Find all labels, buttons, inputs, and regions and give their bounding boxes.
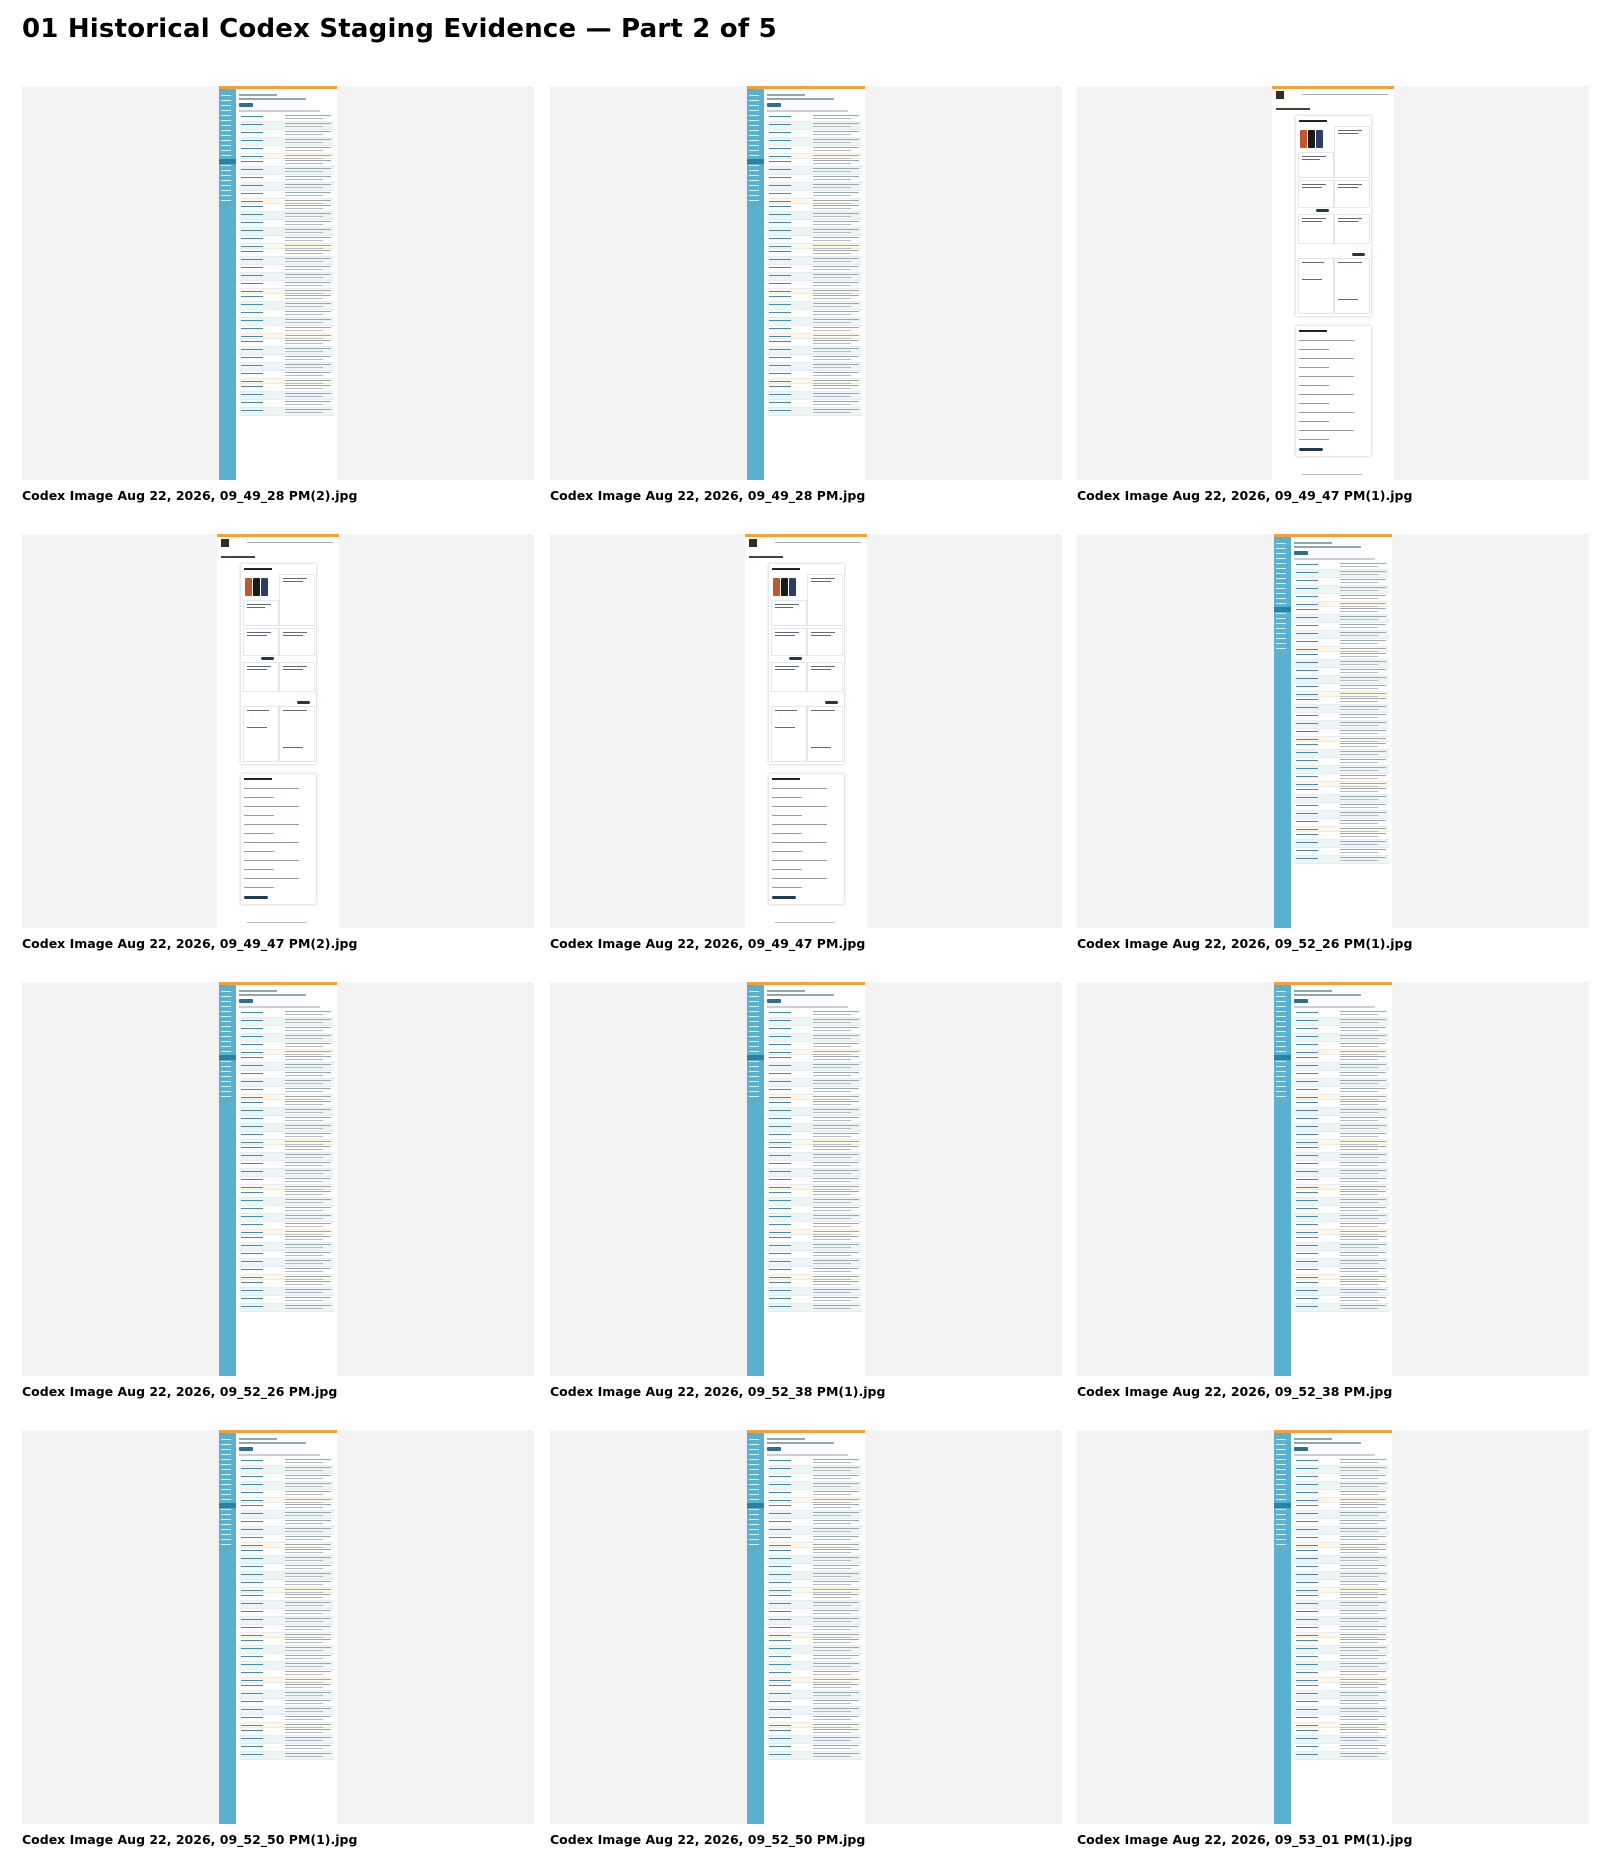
customer-stories-screenshot <box>1272 86 1394 480</box>
admin-list-screenshot <box>747 86 865 480</box>
thumbnail-caption: Codex Image Aug 22, 2026, 09_49_47 PM(1)… <box>1077 488 1413 503</box>
admin-list-screenshot <box>1274 1430 1392 1824</box>
admin-list-screenshot <box>747 1430 865 1824</box>
thumbnail-caption: Codex Image Aug 22, 2026, 09_49_47 PM.jp… <box>550 936 866 951</box>
thumbnail-caption: Codex Image Aug 22, 2026, 09_53_01 PM(1)… <box>1077 1832 1413 1847</box>
customer-stories-screenshot <box>745 534 867 928</box>
thumbnail-caption: Codex Image Aug 22, 2026, 09_49_28 PM(2)… <box>22 488 358 503</box>
admin-list-screenshot <box>1274 982 1392 1376</box>
thumbnail-image[interactable] <box>1077 534 1589 928</box>
thumbnail-caption: Codex Image Aug 22, 2026, 09_52_38 PM.jp… <box>1077 1384 1393 1399</box>
admin-list-screenshot <box>219 1430 337 1824</box>
admin-list-screenshot <box>219 86 337 480</box>
thumbnail-image[interactable] <box>22 86 534 480</box>
thumbnail-caption: Codex Image Aug 22, 2026, 09_52_50 PM.jp… <box>550 1832 866 1847</box>
admin-list-screenshot <box>219 982 337 1376</box>
thumbnail-image[interactable] <box>1077 1430 1589 1824</box>
thumbnail-caption: Codex Image Aug 22, 2026, 09_52_26 PM.jp… <box>22 1384 338 1399</box>
thumbnail-image[interactable] <box>22 982 534 1376</box>
thumbnail-image[interactable] <box>550 534 1062 928</box>
thumbnail-image[interactable] <box>1077 86 1589 480</box>
thumbnail-caption: Codex Image Aug 22, 2026, 09_49_47 PM(2)… <box>22 936 358 951</box>
admin-list-screenshot <box>1274 534 1392 928</box>
thumbnail-image[interactable] <box>550 982 1062 1376</box>
thumbnail-grid: Codex Image Aug 22, 2026, 09_49_28 PM(2)… <box>0 0 1600 1869</box>
thumbnail-image[interactable] <box>1077 982 1589 1376</box>
admin-list-screenshot <box>747 982 865 1376</box>
thumbnail-caption: Codex Image Aug 22, 2026, 09_49_28 PM.jp… <box>550 488 866 503</box>
thumbnail-caption: Codex Image Aug 22, 2026, 09_52_50 PM(1)… <box>22 1832 358 1847</box>
customer-stories-screenshot <box>217 534 339 928</box>
thumbnail-image[interactable] <box>22 1430 534 1824</box>
thumbnail-image[interactable] <box>550 86 1062 480</box>
thumbnail-image[interactable] <box>550 1430 1062 1824</box>
thumbnail-image[interactable] <box>22 534 534 928</box>
thumbnail-caption: Codex Image Aug 22, 2026, 09_52_38 PM(1)… <box>550 1384 886 1399</box>
thumbnail-caption: Codex Image Aug 22, 2026, 09_52_26 PM(1)… <box>1077 936 1413 951</box>
